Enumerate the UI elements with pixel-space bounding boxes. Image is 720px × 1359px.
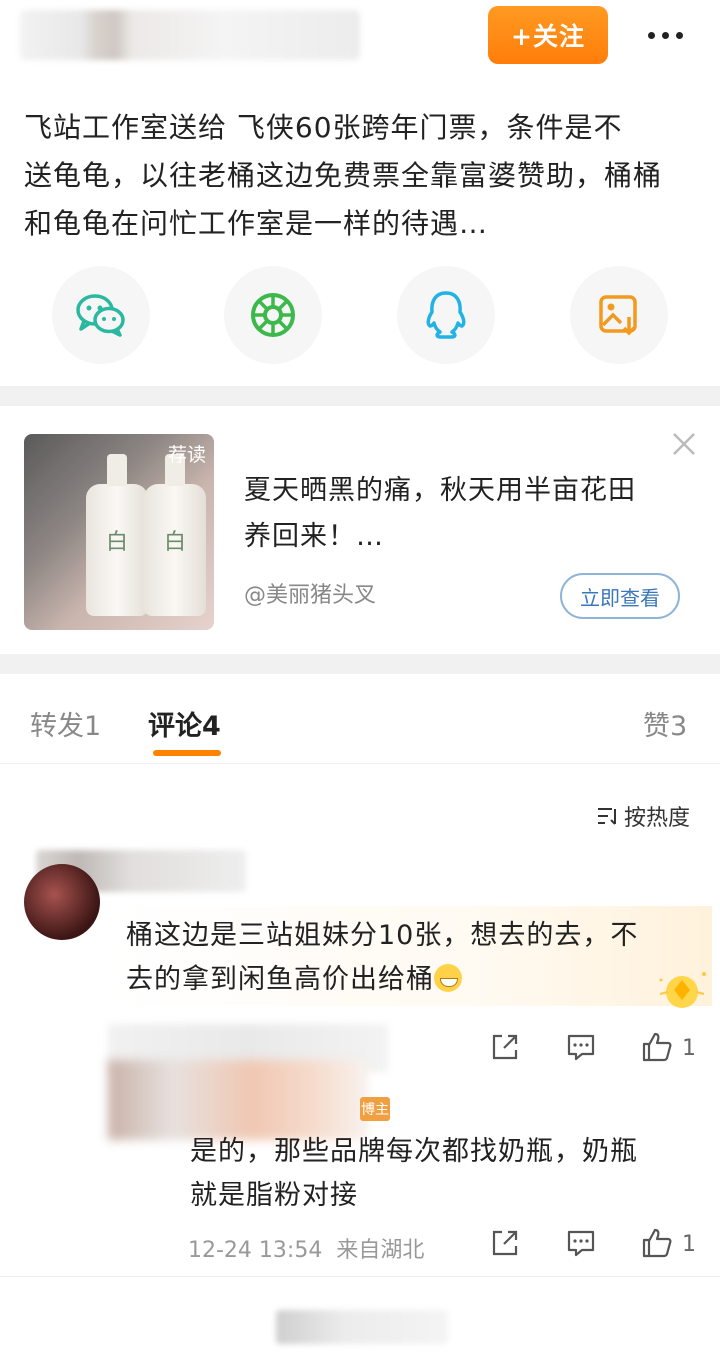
reply-icon[interactable] [564,1030,598,1064]
ad-thumbnail[interactable]: 白 白 荐读 [24,434,214,630]
view-now-button[interactable]: 立即查看 [560,573,680,619]
interaction-tabs: 转发1 评论4 赞3 [0,674,720,764]
ad-title[interactable]: 夏天晒黑的痛，秋天用半亩花田 养回来！… [244,468,684,560]
active-tab-indicator [153,750,221,756]
reply-actions: 12-24 13:54 来自湖北 1 [0,1224,720,1268]
save-image-icon[interactable] [570,266,668,364]
like-icon[interactable] [640,1030,674,1064]
post-header: +关注 [0,0,720,78]
reply-meta: 12-24 13:54 来自湖北 [188,1232,424,1264]
post-line: 和龟龟在问忙工作室是一样的待遇… [24,207,489,240]
share-row [0,266,720,366]
post-line: 飞站工作室送给 飞侠60张跨年门票，条件是不 [24,111,623,144]
bottom-bar-blurred [276,1310,448,1344]
share-icon[interactable] [488,1030,522,1064]
comment-text: 桶这边是三站姐妹分10张，想去的去，不 去的拿到闲鱼高价出给桶 [126,920,639,995]
reply-location: 来自湖北 [336,1238,425,1263]
close-icon[interactable] [670,430,698,458]
like-count: 1 [682,1232,696,1257]
section-divider [0,386,720,406]
sort-icon [598,808,616,825]
reply-author-blurred [108,1060,368,1140]
grin-emoji-icon [434,964,462,992]
tab-repost[interactable]: 转发1 [30,704,101,743]
moments-icon[interactable] [224,266,322,364]
qq-icon[interactable] [397,266,495,364]
reply-time: 12-24 13:54 [188,1238,323,1263]
crown-badge-icon [652,962,712,1012]
recommend-tag: 荐读 [167,444,206,466]
follow-button[interactable]: +关注 [488,6,608,64]
more-options-icon[interactable] [640,18,690,52]
reply-text: 是的，那些品牌每次都找奶瓶，奶瓶 就是脂粉对接 [190,1136,638,1211]
sort-by-hot-button[interactable]: 按热度 [596,800,690,832]
ad-author[interactable]: @美丽猪头叉 [244,577,376,609]
product-bottle: 白 [144,454,206,616]
tab-comments[interactable]: 评论4 [148,704,221,743]
post-line: 送龟龟，以往老桶这边免费票全靠富婆赞助，桶桶 [24,159,663,192]
section-divider [0,654,720,674]
share-icon[interactable] [488,1226,522,1260]
wechat-icon[interactable] [52,266,150,364]
sort-label: 按热度 [624,806,691,831]
product-bottle: 白 [86,454,148,616]
avatar[interactable] [24,864,100,940]
author-badge: 博主 [360,1097,390,1121]
author-name-blurred [20,10,360,60]
like-count: 1 [682,1036,696,1061]
recommended-ad-card[interactable]: 白 白 荐读 夏天晒黑的痛，秋天用半亩花田 养回来！… @美丽猪头叉 立即查看 [0,406,720,654]
like-icon[interactable] [640,1226,674,1260]
post-body: 飞站工作室送给 飞侠60张跨年门票，条件是不 送龟龟，以往老桶这边免费票全靠富婆… [24,104,704,248]
reply-icon[interactable] [564,1226,598,1260]
tab-likes[interactable]: 赞3 [643,704,687,743]
